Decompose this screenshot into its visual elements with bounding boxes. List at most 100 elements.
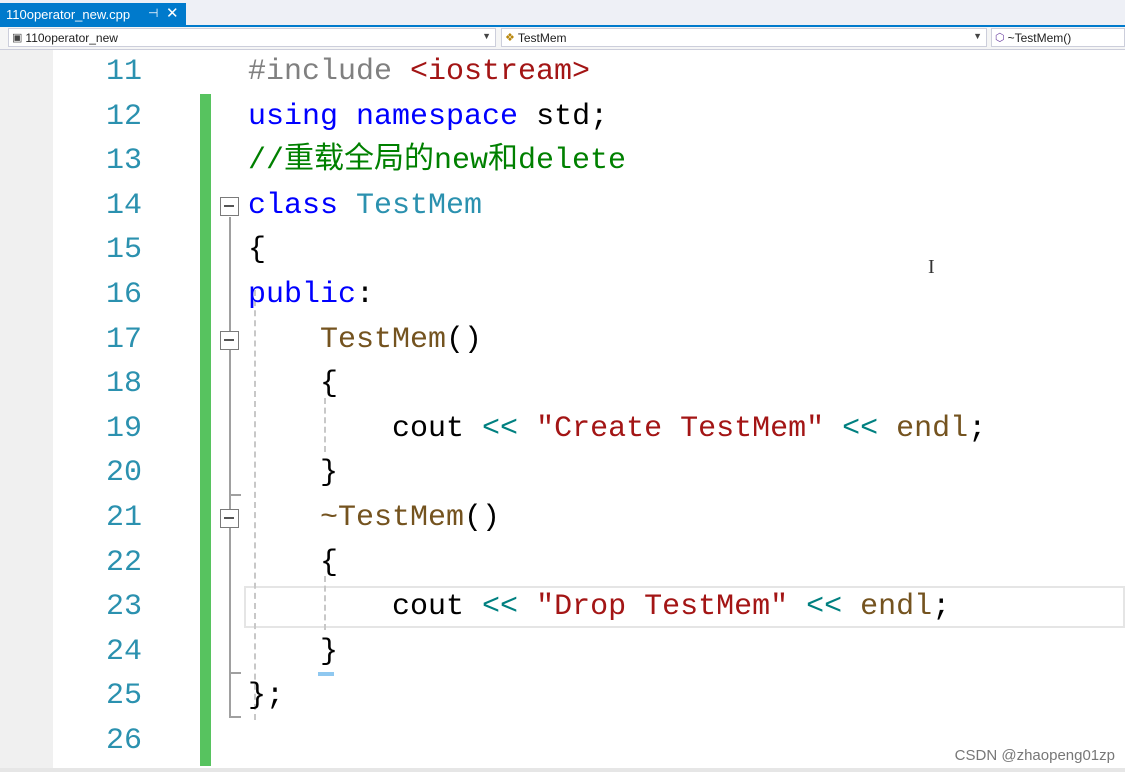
collapse-class-icon[interactable] [220,197,239,216]
code-token: TestMem [320,322,447,357]
project-dropdown[interactable]: ▣ 110operator_new ▼ [8,28,496,47]
code-line[interactable]: }; [248,674,284,718]
line-number: 11 [105,55,142,89]
code-token: <iostream> [410,55,591,89]
code-line[interactable]: ~TestMem() [248,496,500,540]
project-dropdown-value: 110operator_new [25,30,118,45]
close-icon[interactable]: ✕ [166,4,179,22]
code-token: { [248,367,339,402]
line-number: 16 [105,278,142,312]
code-line[interactable]: #include <iostream> [248,50,590,94]
pin-icon[interactable]: ⊣ [148,6,158,20]
code-token: using [248,99,339,134]
collapse-destructor-icon[interactable] [220,509,239,528]
code-line[interactable]: } [248,451,338,495]
line-number: 17 [105,322,142,357]
code-token: "Drop TestMem" [536,590,789,625]
code-token: << [482,411,519,446]
code-token: //重载全局的new和delete [248,144,627,179]
code-token: ; [968,411,987,446]
change-tracking-bar [200,94,211,766]
code-line[interactable]: using namespace std; [248,95,608,139]
code-line[interactable]: { [248,541,338,585]
code-token: () [446,322,483,357]
line-number: 23 [105,590,142,625]
code-token: cout [248,590,483,625]
code-token: cout [248,411,483,446]
code-line[interactable]: public: [248,273,374,317]
code-token: } [248,456,339,491]
class-scope-dropdown-value: TestMem [517,30,567,45]
code-token: } [248,634,339,669]
line-number: 25 [105,679,142,714]
watermark: CSDN @zhaopeng01zp [954,747,1115,764]
navigation-bar: ▣ 110operator_new ▼ ❖ TestMem ▼ ⬡ ~TestM… [0,27,1125,50]
tab-file-label: 110operator_new.cpp [6,6,131,22]
project-icon: ▣ [12,32,23,44]
code-token: }; [248,679,285,714]
code-line[interactable]: { [248,228,266,272]
line-number: 12 [105,99,142,134]
code-token: namespace [356,99,519,134]
code-token: class [248,188,339,223]
code-line[interactable]: TestMem() [248,318,482,362]
indicator-margin [0,50,53,772]
code-token: { [248,233,267,268]
code-editor[interactable]: 11 #include <iostream> 12 using namespace s… [0,50,1125,772]
code-token: { [248,545,339,580]
code-token: endl [896,411,969,446]
member-dropdown-value: ~TestMem() [1007,30,1072,45]
collapse-constructor-icon[interactable] [220,331,239,350]
code-token: () [464,501,501,535]
member-dropdown[interactable]: ⬡ ~TestMem() [991,28,1125,47]
line-number: 20 [105,456,142,491]
line-number: 15 [105,233,142,268]
chevron-down-icon[interactable]: ▼ [973,31,982,41]
code-token: std; [518,99,609,134]
code-token: ; [932,590,951,625]
method-icon: ⬡ [995,32,1005,44]
class-scope-dropdown[interactable]: ❖ TestMem ▼ [501,28,987,47]
code-line[interactable]: } [248,630,338,674]
code-token: << [482,590,519,625]
tab-file[interactable]: 110operator_new.cpp ⊣ ✕ [0,3,186,25]
outline-end [229,494,241,496]
chevron-down-icon[interactable]: ▼ [482,31,491,41]
mouse-ibeam-cursor: I [928,256,935,278]
code-token: public [248,278,357,312]
line-number: 22 [105,545,142,580]
line-number: 26 [105,724,142,758]
code-token: ~TestMem [320,501,465,535]
outline-end [229,716,241,718]
code-line[interactable]: cout << "Drop TestMem" << endl; [248,585,950,629]
line-number: 13 [105,144,142,179]
code-token: endl [860,590,933,625]
code-line[interactable]: //重载全局的new和delete [248,139,626,183]
code-token: << [842,411,879,446]
code-token: "Create TestMem" [536,411,825,446]
status-strip [0,768,1125,772]
code-line[interactable]: { [248,362,338,406]
line-number: 19 [105,411,142,446]
code-token: TestMem [356,188,483,223]
class-icon: ❖ [505,32,515,44]
code-line[interactable]: class TestMem [248,184,482,228]
code-token: << [806,590,843,625]
line-number: 18 [105,367,142,402]
text-caret [318,672,334,676]
outline-end [229,672,241,674]
code-token: #include [248,55,411,89]
line-number: 21 [105,501,142,535]
line-number: 14 [105,188,142,223]
code-token: : [356,278,375,312]
line-number: 24 [105,634,142,669]
code-line[interactable]: cout << "Create TestMem" << endl; [248,407,986,451]
